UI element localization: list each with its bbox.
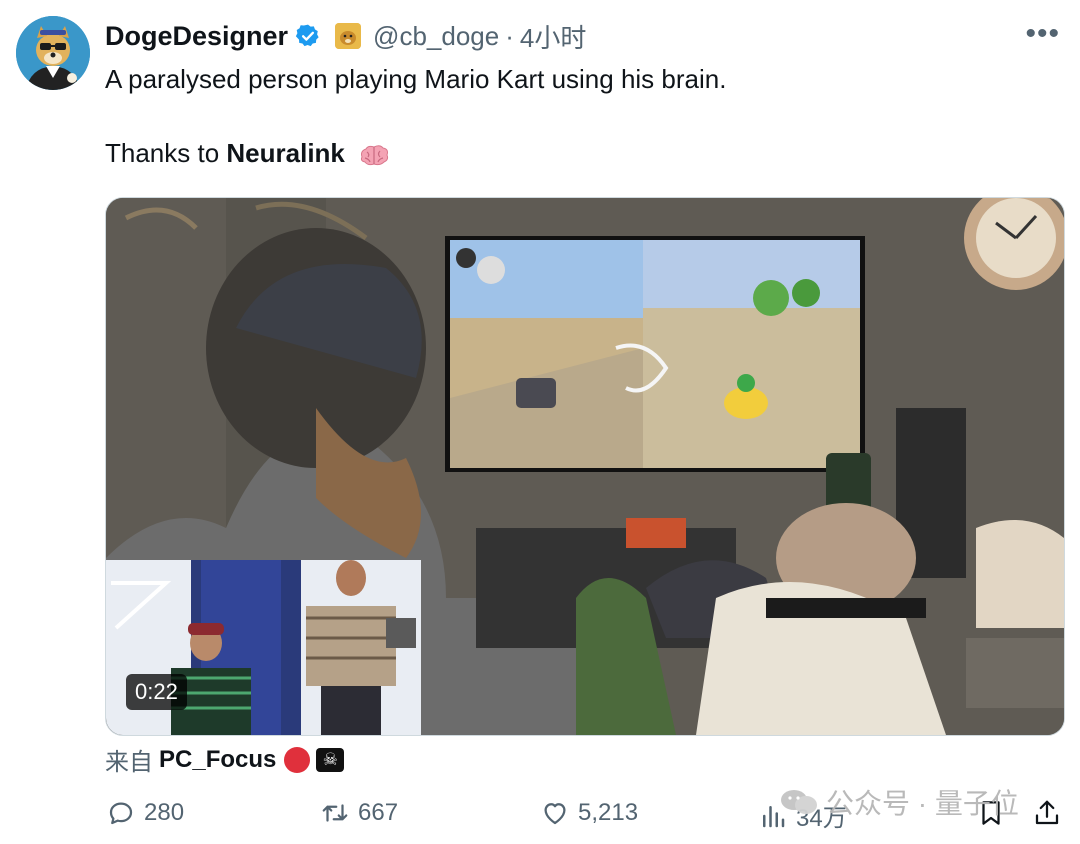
tweet-header: DogeDesigner @cb_doge · 4小时 bbox=[105, 18, 586, 54]
tweet-text-line1: A paralysed person playing Mario Kart us… bbox=[105, 64, 727, 94]
doge-flair-icon bbox=[335, 23, 362, 49]
verified-badge-icon[interactable] bbox=[295, 23, 321, 49]
video-duration: 0:22 bbox=[126, 674, 187, 710]
reply-button[interactable]: 280 bbox=[106, 798, 184, 828]
source-account[interactable]: PC_Focus bbox=[159, 746, 276, 774]
retweet-count: 667 bbox=[358, 799, 399, 826]
doge-avatar-icon bbox=[16, 16, 90, 90]
video-thumbnail bbox=[106, 198, 1064, 735]
more-options-icon[interactable]: ••• bbox=[1025, 19, 1060, 49]
tweet-text-line2: Thanks to Neuralink bbox=[105, 138, 390, 169]
watermark-text: 公众号 · 量子位 bbox=[826, 788, 1019, 819]
tweet-timestamp[interactable]: 4小时 bbox=[520, 18, 586, 55]
author-handle[interactable]: @cb_doge bbox=[373, 21, 499, 52]
tweet-text-prefix: Thanks to bbox=[105, 138, 227, 168]
author-name[interactable]: DogeDesigner bbox=[105, 21, 288, 52]
separator-dot: · bbox=[505, 20, 514, 51]
red-circle-icon bbox=[284, 746, 311, 773]
brain-icon bbox=[361, 145, 389, 166]
video-player[interactable]: 0:22 bbox=[105, 197, 1065, 736]
neuralink-mention: Neuralink bbox=[226, 138, 345, 168]
like-button[interactable]: 5,213 bbox=[540, 798, 638, 828]
like-count: 5,213 bbox=[578, 799, 639, 826]
share-icon bbox=[1035, 800, 1059, 825]
retweet-button[interactable]: 667 bbox=[320, 798, 398, 828]
source-attribution: 来自 PC_Focus ☠ bbox=[105, 742, 345, 777]
reply-icon bbox=[109, 802, 133, 825]
author-avatar[interactable] bbox=[16, 16, 90, 90]
share-button[interactable] bbox=[1032, 798, 1070, 828]
source-prefix: 来自 bbox=[105, 749, 153, 776]
reply-count: 280 bbox=[144, 799, 185, 826]
heart-icon bbox=[544, 803, 566, 825]
skull-icon: ☠ bbox=[316, 747, 345, 772]
wechat-icon bbox=[781, 790, 817, 814]
watermark: 公众号 · 量子位 bbox=[780, 782, 1019, 822]
retweet-icon bbox=[322, 804, 348, 822]
